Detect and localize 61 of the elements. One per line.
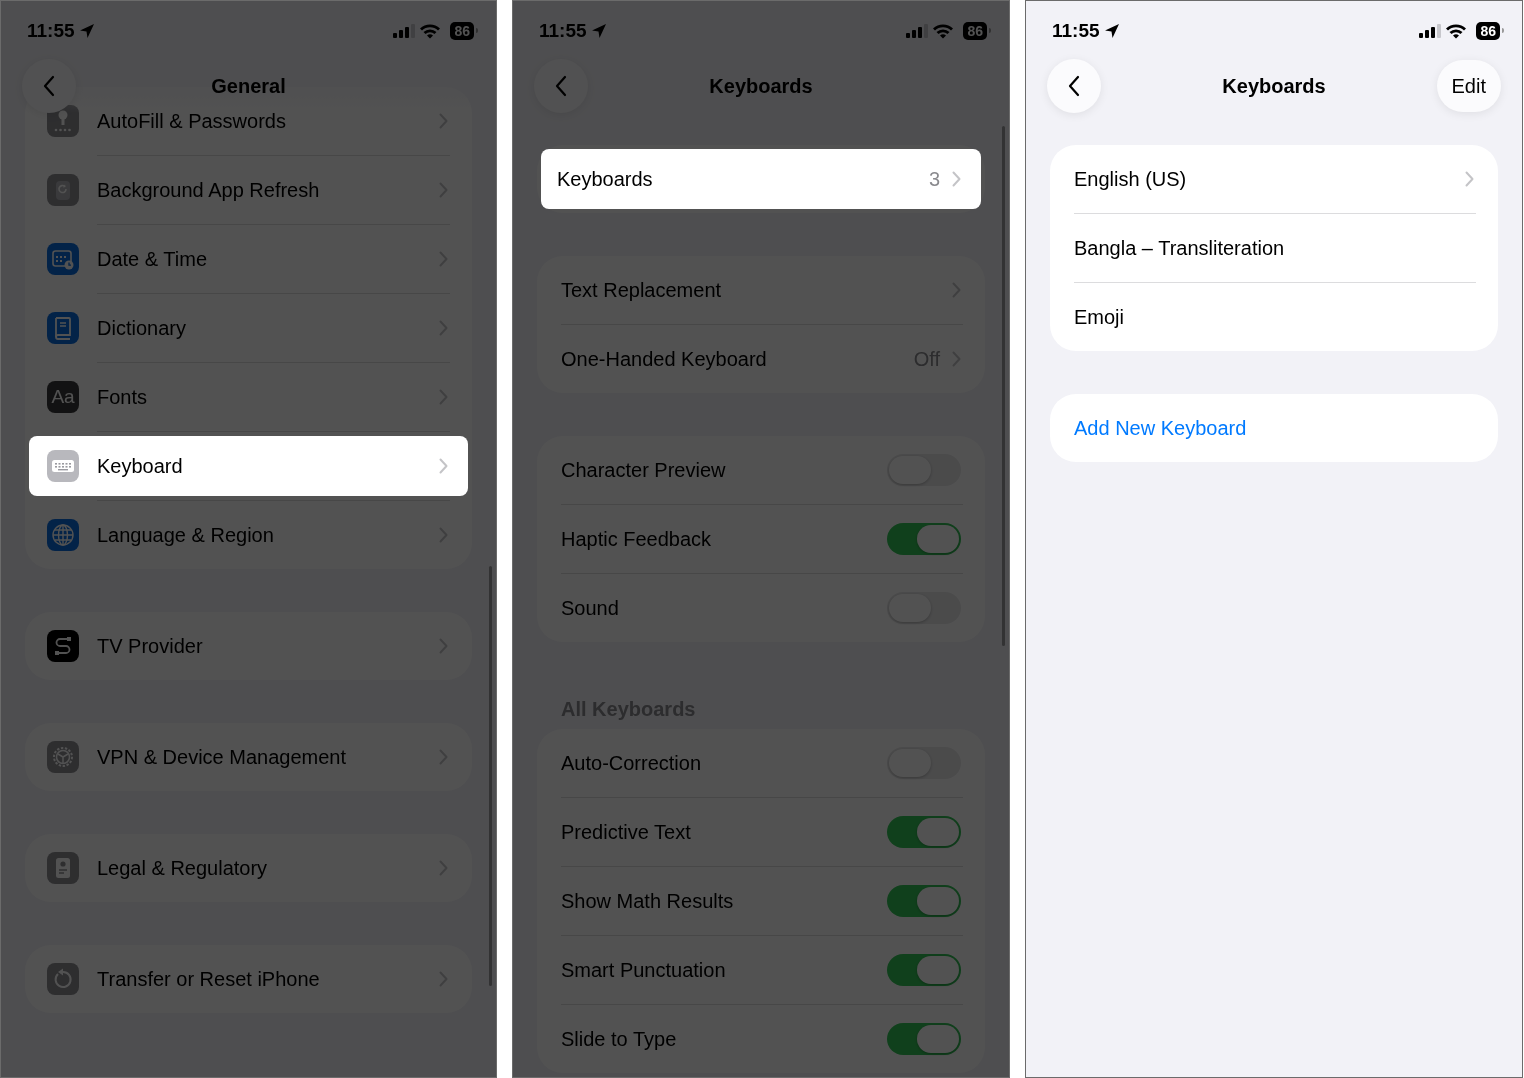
calendar-icon [47, 243, 79, 275]
row-label: Sound [561, 596, 620, 620]
settings-row[interactable]: Dictionary [25, 294, 472, 362]
globe-icon [47, 519, 79, 551]
row-label: Predictive Text [561, 820, 692, 844]
row-value: 3 [928, 167, 940, 191]
settings-row[interactable]: Text Replacement [537, 256, 985, 324]
row-label: Auto-Correction [561, 751, 703, 775]
wifi-icon [932, 23, 955, 39]
toggle-switch[interactable] [887, 885, 961, 917]
toggle-switch[interactable] [887, 954, 961, 986]
location-arrow-icon [1103, 23, 1120, 39]
settings-row[interactable]: TV Provider [25, 612, 472, 680]
row-label: Character Preview [561, 458, 727, 482]
chevron-left-icon [1068, 75, 1080, 97]
nav-title: General [211, 74, 286, 98]
row-label: Haptic Feedback [561, 527, 713, 551]
toggle-switch[interactable] [887, 523, 961, 555]
settings-row[interactable]: Aa Fonts [25, 363, 472, 431]
chevron-right-icon [952, 171, 961, 187]
chevron-right-icon [1465, 171, 1474, 187]
settings-row[interactable]: English (US) [1050, 145, 1498, 213]
wifi-icon [1445, 23, 1468, 39]
edit-button[interactable]: Edit [1436, 60, 1501, 112]
status-time: 11:55 [539, 20, 587, 42]
settings-row[interactable]: Background App Refresh [25, 156, 472, 224]
refresh-icon [47, 174, 79, 206]
row-label: Show Math Results [561, 889, 735, 913]
fonts-icon: Aa [47, 381, 79, 413]
location-arrow-icon [78, 23, 95, 39]
settings-row[interactable]: Date & Time [25, 225, 472, 293]
settings-row[interactable]: Keyboard [29, 436, 468, 496]
chevron-left-icon [43, 75, 55, 97]
signal-icon [906, 24, 929, 38]
toggle-switch[interactable] [887, 816, 961, 848]
row-label: Slide to Type [561, 1027, 678, 1051]
settings-row[interactable]: Keyboards 3 [541, 149, 981, 209]
settings-row[interactable]: VPN & Device Management [25, 723, 472, 791]
gear-icon [47, 741, 79, 773]
row-label: Smart Punctuation [561, 958, 727, 982]
nav-title: Keyboards [1222, 74, 1326, 98]
settings-row[interactable]: Bangla – Transliteration [1050, 214, 1498, 282]
signal-icon [393, 24, 416, 38]
toggle-switch[interactable] [887, 1023, 961, 1055]
settings-row[interactable]: Language & Region [25, 501, 472, 569]
settings-row[interactable]: Emoji [1050, 283, 1498, 351]
list-link[interactable]: Add New Keyboard [1050, 394, 1498, 462]
book-icon [47, 312, 79, 344]
chevron-left-icon [555, 75, 567, 97]
chevron-right-icon [439, 458, 448, 474]
settings-row[interactable]: Transfer or Reset iPhone [25, 945, 472, 1013]
cable-icon [47, 630, 79, 662]
status-time: 11:55 [1052, 20, 1100, 42]
settings-row[interactable]: Legal & Regulatory [25, 834, 472, 902]
nav-title: Keyboards [709, 74, 813, 98]
location-arrow-icon [590, 23, 607, 39]
wifi-icon [419, 23, 442, 39]
signal-icon [1419, 24, 1442, 38]
document-icon [47, 852, 79, 884]
status-time: 11:55 [27, 20, 75, 42]
keyboard-icon [47, 450, 79, 482]
